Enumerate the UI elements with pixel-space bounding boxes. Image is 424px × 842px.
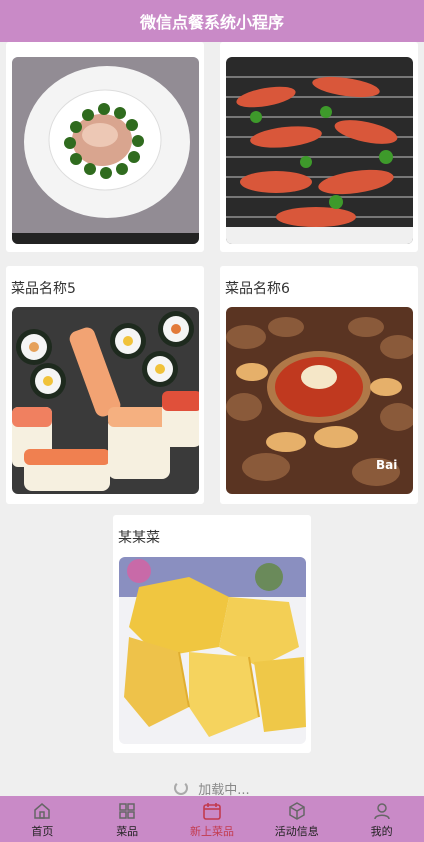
dish-card[interactable]: 菜品名称6 Bai bbox=[220, 266, 418, 504]
dish-card[interactable] bbox=[6, 42, 204, 252]
home-icon bbox=[34, 803, 51, 819]
sushi-photo bbox=[12, 307, 199, 494]
loading-indicator: 加载中... bbox=[0, 778, 424, 798]
tab-bar: 首页 菜品 新上菜品 活动信息 我的 bbox=[0, 796, 424, 842]
tab-new-dishes[interactable]: 新上菜品 bbox=[170, 796, 255, 842]
grid-icon bbox=[119, 803, 135, 819]
box-icon bbox=[289, 802, 305, 820]
dish-photo[interactable] bbox=[12, 57, 199, 244]
loading-text: 加载中... bbox=[198, 782, 250, 798]
dish-photo[interactable]: Bai bbox=[226, 307, 413, 494]
tab-label: 首页 bbox=[31, 825, 54, 838]
dish-photo[interactable] bbox=[12, 307, 199, 494]
tab-label: 活动信息 bbox=[274, 825, 319, 838]
spinner-icon bbox=[174, 781, 189, 795]
calendar-icon bbox=[203, 803, 221, 820]
tab-home[interactable]: 首页 bbox=[0, 796, 85, 842]
tab-activities[interactable]: 活动信息 bbox=[254, 796, 339, 842]
app-title: 微信点餐系统小程序 bbox=[139, 13, 284, 32]
dish-card[interactable] bbox=[220, 42, 418, 252]
chicken-dish-photo bbox=[119, 557, 306, 744]
svg-text:Bai: Bai bbox=[376, 458, 397, 472]
hotpot-feast-photo: Bai bbox=[226, 307, 413, 494]
tab-label: 我的 bbox=[370, 825, 393, 838]
grilled-shrimp-photo bbox=[226, 57, 413, 244]
plate-of-vegetables-and-meat-photo bbox=[12, 57, 199, 244]
dish-card[interactable]: 菜品名称5 bbox=[6, 266, 204, 504]
user-icon bbox=[373, 803, 390, 820]
tab-dishes[interactable]: 菜品 bbox=[85, 796, 170, 842]
tab-label: 菜品 bbox=[116, 825, 139, 838]
tab-mine[interactable]: 我的 bbox=[339, 796, 424, 842]
dish-photo[interactable] bbox=[226, 57, 413, 244]
dish-name: 菜品名称5 bbox=[11, 281, 76, 297]
app-title-bar: 微信点餐系统小程序 bbox=[0, 0, 424, 42]
dish-card[interactable]: 某某菜 bbox=[113, 515, 311, 753]
tab-label: 新上菜品 bbox=[189, 825, 234, 838]
dish-photo[interactable] bbox=[119, 557, 306, 744]
dish-name: 某某菜 bbox=[118, 530, 160, 546]
dish-name: 菜品名称6 bbox=[225, 281, 290, 297]
